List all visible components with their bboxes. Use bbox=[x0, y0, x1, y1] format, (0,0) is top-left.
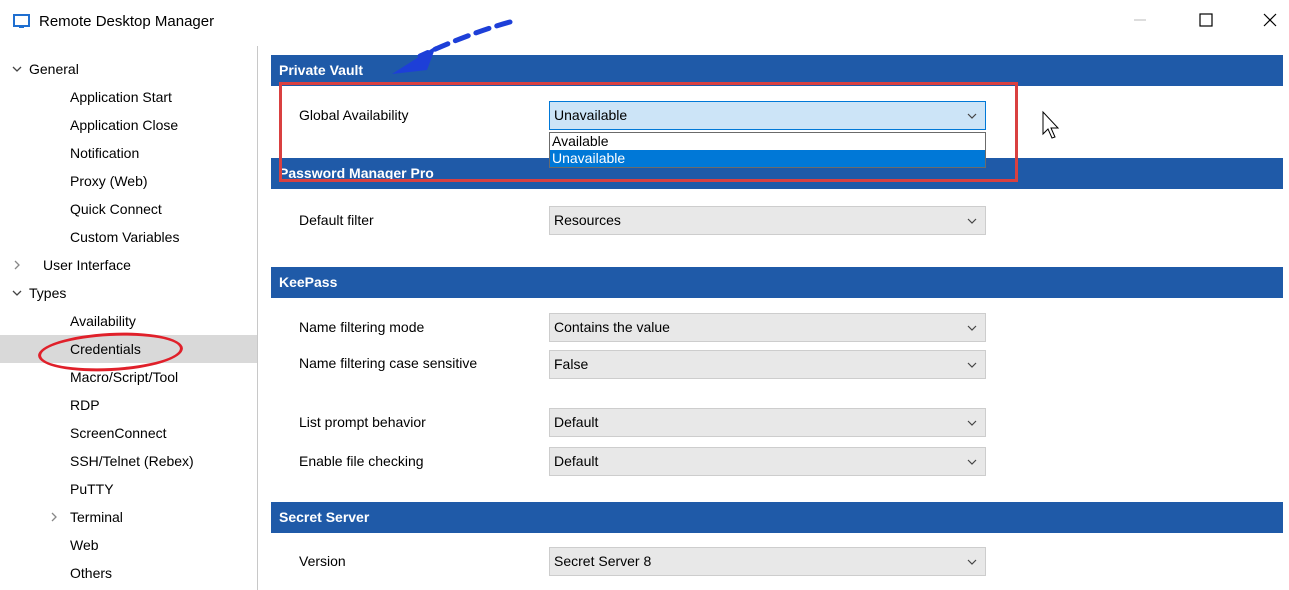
tree-item-quick-connect[interactable]: Quick Connect bbox=[0, 195, 257, 223]
section-header-private-vault: Private Vault bbox=[271, 55, 1283, 86]
name-filtering-mode-label: Name filtering mode bbox=[299, 319, 425, 335]
tree-item-label: SSH/Telnet (Rebex) bbox=[70, 453, 194, 469]
tree-item-label: Quick Connect bbox=[70, 201, 162, 217]
select-value: Default bbox=[554, 453, 599, 469]
select-value: Contains the value bbox=[554, 319, 670, 335]
tree-item-application-start[interactable]: Application Start bbox=[0, 83, 257, 111]
name-filtering-case-label: Name filtering case sensitive bbox=[299, 355, 478, 371]
tree-item-label: Proxy (Web) bbox=[70, 173, 148, 189]
select-value: False bbox=[554, 356, 589, 372]
default-filter-select[interactable]: Resources bbox=[549, 206, 986, 235]
version-select[interactable]: Secret Server 8 bbox=[549, 547, 986, 576]
chevron-down-icon[interactable] bbox=[10, 279, 24, 307]
close-icon bbox=[1263, 13, 1277, 27]
tree-item-user-interface[interactable]: User Interface bbox=[0, 251, 257, 279]
global-availability-dropdown: Available Unavailable bbox=[549, 132, 986, 168]
chevron-down-icon[interactable] bbox=[10, 55, 24, 83]
tree-item-general[interactable]: General bbox=[0, 55, 257, 83]
chevron-down-icon bbox=[965, 207, 979, 234]
tree-item-label: Application Start bbox=[70, 89, 172, 105]
global-availability-select[interactable]: Unavailable bbox=[549, 101, 986, 130]
tree-item-macro-script-tool[interactable]: Macro/Script/Tool bbox=[0, 363, 257, 391]
file-checking-select[interactable]: Default bbox=[549, 447, 986, 476]
close-button[interactable] bbox=[1247, 0, 1289, 40]
window-title: Remote Desktop Manager bbox=[39, 13, 215, 30]
tree-item-terminal[interactable]: Terminal bbox=[0, 503, 257, 531]
chevron-right-icon[interactable] bbox=[47, 503, 61, 531]
tree-item-label: User Interface bbox=[43, 257, 131, 273]
name-filtering-mode-select[interactable]: Contains the value bbox=[549, 313, 986, 342]
tree-item-others[interactable]: Others bbox=[0, 559, 257, 587]
tree-item-label: Web bbox=[70, 537, 99, 553]
section-header-secret-server: Secret Server bbox=[271, 502, 1283, 533]
tree-item-label: RDP bbox=[70, 397, 100, 413]
tree-item-label: Credentials bbox=[70, 341, 141, 357]
tree-item-notification[interactable]: Notification bbox=[0, 139, 257, 167]
tree-item-ssh-telnet[interactable]: SSH/Telnet (Rebex) bbox=[0, 447, 257, 475]
option-available[interactable]: Available bbox=[550, 133, 985, 150]
tree-item-rdp[interactable]: RDP bbox=[0, 391, 257, 419]
name-filtering-case-select[interactable]: False bbox=[549, 350, 986, 379]
tree-item-label: Terminal bbox=[70, 509, 123, 525]
select-value: Resources bbox=[554, 212, 621, 228]
chevron-down-icon bbox=[965, 409, 979, 436]
tree-item-label: Availability bbox=[70, 313, 136, 329]
chevron-down-icon bbox=[965, 351, 979, 378]
select-value: Unavailable bbox=[554, 107, 628, 123]
tree-item-label: Macro/Script/Tool bbox=[70, 369, 179, 385]
tree-item-label: Application Close bbox=[70, 117, 179, 133]
title-bar: Remote Desktop Manager bbox=[0, 0, 1289, 46]
tree-item-proxy-web[interactable]: Proxy (Web) bbox=[0, 167, 257, 195]
select-value: Default bbox=[554, 414, 599, 430]
tree-item-label: General bbox=[29, 61, 79, 77]
remote-desktop-icon bbox=[13, 14, 30, 28]
chevron-right-icon[interactable] bbox=[10, 251, 24, 279]
version-label: Version bbox=[299, 553, 346, 569]
chevron-down-icon bbox=[965, 548, 979, 575]
settings-panel: Private Vault Global Availability Unavai… bbox=[265, 46, 1289, 590]
option-unavailable[interactable]: Unavailable bbox=[550, 150, 985, 167]
minimize-button[interactable] bbox=[1117, 0, 1163, 40]
tree-item-putty[interactable]: PuTTY bbox=[0, 475, 257, 503]
tree-item-label: Types bbox=[29, 285, 67, 301]
tree-item-screenconnect[interactable]: ScreenConnect bbox=[0, 419, 257, 447]
tree-item-availability[interactable]: Availability bbox=[0, 307, 257, 335]
list-prompt-select[interactable]: Default bbox=[549, 408, 986, 437]
minimize-icon bbox=[1134, 19, 1146, 21]
tree-item-web[interactable]: Web bbox=[0, 531, 257, 559]
tree-item-types[interactable]: Types bbox=[0, 279, 257, 307]
tree-item-label: Notification bbox=[70, 145, 140, 161]
chevron-down-icon bbox=[965, 102, 979, 129]
file-checking-label: Enable file checking bbox=[299, 453, 424, 469]
list-prompt-label: List prompt behavior bbox=[299, 414, 426, 430]
maximize-icon bbox=[1199, 13, 1213, 27]
section-header-keepass: KeePass bbox=[271, 267, 1283, 298]
tree-item-label: Custom Variables bbox=[70, 229, 180, 245]
maximize-button[interactable] bbox=[1183, 0, 1229, 40]
select-value: Secret Server 8 bbox=[554, 553, 652, 569]
chevron-down-icon bbox=[965, 314, 979, 341]
tree-item-application-close[interactable]: Application Close bbox=[0, 111, 257, 139]
settings-tree: General Application Start Application Cl… bbox=[0, 46, 258, 590]
tree-item-label: PuTTY bbox=[70, 481, 114, 497]
global-availability-label: Global Availability bbox=[299, 107, 409, 123]
tree-item-credentials[interactable]: Credentials bbox=[0, 335, 257, 363]
tree-item-label: Others bbox=[70, 565, 113, 581]
tree-item-label: ScreenConnect bbox=[70, 425, 167, 441]
tree-item-custom-variables[interactable]: Custom Variables bbox=[0, 223, 257, 251]
default-filter-label: Default filter bbox=[299, 212, 374, 228]
chevron-down-icon bbox=[965, 448, 979, 475]
